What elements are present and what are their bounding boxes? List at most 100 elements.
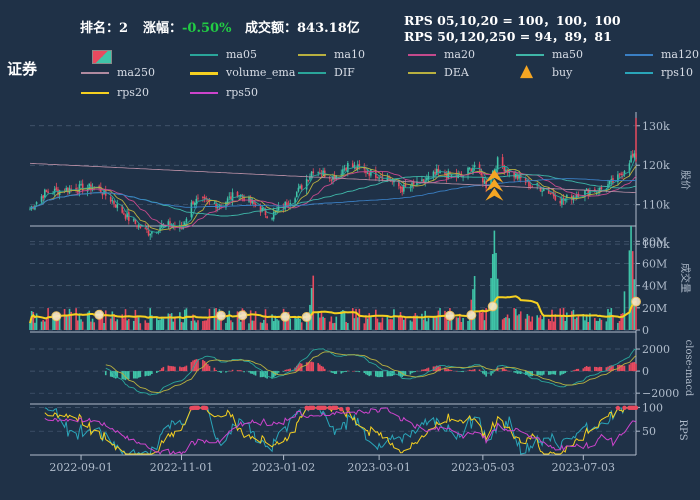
volume-signal-dot: [466, 310, 477, 321]
volume-bar: [40, 321, 43, 330]
macd-bar: [345, 371, 347, 373]
volume-bar: [185, 308, 188, 330]
macd-bar: [347, 370, 349, 372]
volume-bar: [531, 316, 534, 330]
volume-bar: [103, 322, 105, 330]
volume-signal-dot: [631, 296, 641, 307]
volume-bar: [447, 320, 450, 330]
volume-bar: [123, 318, 125, 330]
candle-body: [70, 188, 72, 190]
macd-bar: [633, 362, 636, 372]
volume-bar: [437, 310, 440, 330]
volume-bar: [230, 320, 232, 330]
macd-bar: [284, 369, 287, 372]
volume-bar: [541, 319, 543, 330]
candle-body: [295, 192, 298, 198]
xtick-label-0: 2022-09-01: [49, 461, 112, 474]
macd-bar: [332, 371, 334, 374]
volume-bar: [340, 311, 343, 330]
candle-body: [549, 193, 552, 194]
ytick-label-p2-0: −2000: [642, 387, 679, 400]
volume-bar: [473, 276, 476, 330]
volume-bar: [277, 320, 280, 330]
volume-bar: [519, 311, 522, 330]
macd-bar: [132, 371, 135, 379]
volume-bar: [514, 308, 517, 330]
volume-bar: [529, 321, 532, 330]
rps-high-marker: [615, 405, 621, 411]
macd-bar: [159, 370, 161, 372]
macd-bar: [170, 366, 173, 372]
macd-bar: [582, 368, 585, 372]
volume-bar: [323, 317, 326, 330]
macd-bar: [282, 371, 285, 372]
volume-bar: [317, 311, 319, 330]
macd-bar: [309, 362, 311, 372]
candle-body: [351, 163, 354, 168]
macd-bar: [180, 367, 183, 372]
macd-bar: [449, 369, 451, 372]
macd-bar: [376, 371, 379, 378]
volume-bar: [623, 291, 626, 330]
macd-bar: [104, 371, 107, 376]
volume-bar: [401, 316, 403, 330]
candle-body: [529, 185, 532, 187]
macd-bar: [343, 371, 346, 372]
volume-bar: [503, 318, 506, 330]
candle-body: [55, 187, 58, 190]
candle-body: [366, 172, 369, 174]
volume-bar: [389, 319, 392, 330]
ytick-label-p1-0: 0: [642, 324, 649, 337]
macd-bar: [157, 371, 160, 372]
macd-bar: [317, 363, 319, 372]
macd-bar: [536, 371, 538, 376]
xtick-label-2: 2023-01-02: [252, 461, 315, 474]
candle-body: [343, 168, 346, 170]
volume-bar: [375, 309, 377, 330]
volume-bar: [202, 321, 204, 330]
candle-body: [271, 218, 273, 220]
macd-bar: [422, 369, 425, 372]
macd-bar: [574, 369, 576, 372]
candle-body: [197, 197, 199, 199]
volume-bar: [432, 316, 435, 330]
macd-bar: [215, 370, 217, 372]
candle-body: [35, 202, 38, 205]
volume-bar: [424, 310, 427, 330]
volume-bar: [561, 316, 563, 330]
macd-bar: [575, 368, 578, 372]
candle-body: [124, 215, 127, 219]
candle-body: [531, 185, 534, 187]
candle-body: [81, 183, 84, 192]
macd-bar: [236, 370, 239, 372]
volume-bar: [587, 321, 590, 330]
macd-bar: [220, 371, 222, 373]
macd-bar: [160, 368, 163, 372]
volume-bar: [363, 323, 366, 330]
macd-bar: [631, 362, 634, 372]
volume-bar: [208, 308, 211, 330]
macd-bar: [594, 366, 596, 372]
ytick-label-p1-4: 80M: [642, 235, 667, 248]
candle-body: [501, 157, 504, 166]
macd-bar: [421, 369, 423, 372]
macd-bar: [202, 359, 204, 372]
volume-bar: [319, 317, 321, 330]
macd-bar: [468, 369, 471, 372]
macd-bar: [185, 365, 188, 372]
volume-bars: [29, 226, 637, 330]
volume-bar: [506, 314, 509, 330]
ylabel-p0: 股价: [679, 170, 691, 190]
macd-bar: [137, 371, 140, 378]
volume-bar: [460, 322, 463, 330]
volume-bar: [628, 250, 631, 330]
volume-bar: [276, 319, 278, 330]
volume-bar: [505, 317, 507, 330]
macd-bar: [630, 362, 632, 372]
ytick-label-p2-1: 0: [642, 365, 649, 378]
volume-bar: [261, 322, 263, 330]
candle-body: [44, 189, 46, 198]
macd-bar: [368, 371, 371, 377]
volume-bar: [608, 312, 611, 330]
macd-bar: [562, 371, 565, 374]
